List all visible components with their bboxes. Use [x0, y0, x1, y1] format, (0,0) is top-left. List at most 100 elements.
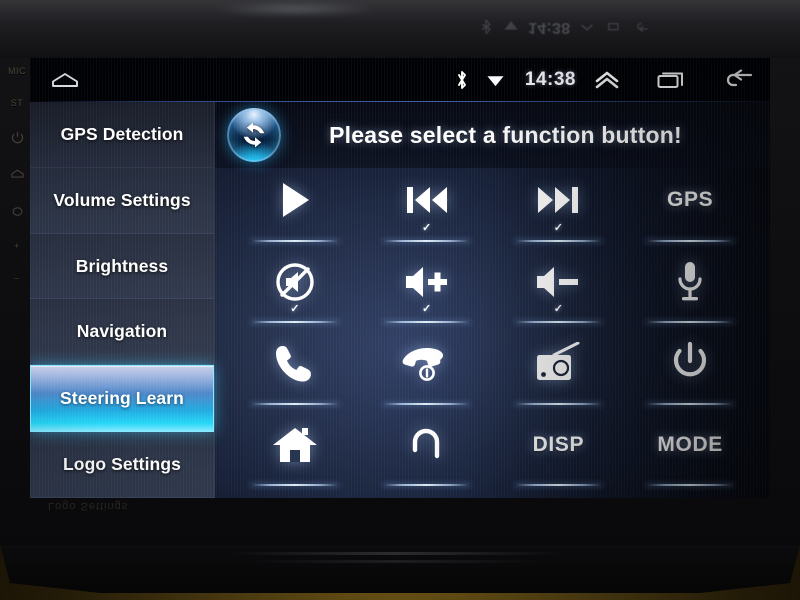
cell-underline — [645, 484, 735, 486]
cell-underline — [250, 321, 340, 323]
photo-of-head-unit: 14:38 MIC ST + – 14:38 GPS Detection Vol… — [0, 0, 800, 600]
lcd-screen: 14:38 GPS Detection Volume Settings Brig… — [30, 58, 770, 498]
sidebar-item-logo-settings[interactable]: Logo Settings — [30, 432, 214, 498]
cell-underline — [513, 402, 604, 405]
power-icon — [669, 340, 711, 386]
function-button-next[interactable]: ✓ — [493, 168, 625, 250]
chevron-up-icon[interactable] — [594, 70, 620, 90]
home-icon[interactable] — [50, 70, 80, 90]
selected-check-icon: ✓ — [553, 221, 563, 234]
wifi-icon-reflection — [504, 21, 518, 30]
back-arrow-icon-reflection — [637, 23, 649, 33]
hw-home-icon[interactable] — [10, 167, 25, 182]
cell-underline — [645, 239, 735, 242]
page-title: Please select a function button! — [329, 121, 682, 148]
sidebar-item-label: GPS Detection — [60, 123, 184, 144]
phone-answer-icon — [274, 340, 316, 386]
microphone-icon — [675, 259, 705, 305]
selected-check-icon: ✓ — [290, 303, 300, 315]
function-button-call-answer[interactable] — [229, 331, 361, 413]
bezel-light-reflection — [215, 2, 375, 16]
cell-underline — [381, 239, 472, 242]
cell-underline — [250, 484, 340, 486]
bluetooth-icon — [457, 71, 466, 89]
function-button-home[interactable] — [229, 413, 361, 495]
function-button-disp[interactable]: DISP — [493, 413, 625, 495]
function-button-volume-up[interactable]: ✓ — [361, 250, 493, 332]
cell-underline — [645, 402, 735, 405]
mute-icon — [273, 259, 317, 305]
hw-volume-down-label[interactable]: – — [14, 273, 20, 283]
wifi-icon — [487, 76, 504, 87]
cell-underline — [513, 484, 604, 486]
recent-apps-icon-reflection — [608, 23, 620, 31]
cell-underline — [381, 402, 472, 405]
bezel-vent-slit-2 — [245, 560, 545, 563]
steering-learn-panel: Please select a function button! ✓ ✓ GPS… — [215, 102, 770, 498]
selected-check-icon: ✓ — [553, 303, 563, 315]
statusbar-divider — [30, 101, 770, 102]
function-button-voice[interactable] — [624, 250, 756, 332]
function-button-return[interactable] — [361, 413, 493, 495]
settings-sidebar: GPS Detection Volume Settings Brightness… — [30, 102, 215, 498]
bezel-top-gloss — [0, 0, 800, 58]
hw-mic-label[interactable]: MIC — [8, 66, 26, 76]
sidebar-item-brightness[interactable]: Brightness — [30, 233, 214, 300]
hardware-button-column: MIC ST + – — [2, 60, 32, 480]
bezel-vent-slit — [230, 552, 560, 555]
bluetooth-icon-reflection — [481, 19, 491, 35]
cell-underline — [513, 239, 604, 242]
hw-volume-up-label[interactable]: + — [14, 241, 20, 251]
sidebar-item-steering-learn[interactable]: Steering Learn — [30, 365, 214, 433]
sync-refresh-icon[interactable] — [227, 108, 281, 162]
gps-label: GPS — [667, 188, 714, 211]
android-status-bar: 14:38 — [30, 58, 770, 102]
sidebar-item-label: Brightness — [75, 255, 169, 276]
return-arrow-icon — [406, 422, 448, 468]
cell-underline — [250, 239, 340, 242]
sidebar-item-gps-detection[interactable]: GPS Detection — [30, 102, 214, 168]
function-button-play[interactable] — [229, 168, 361, 250]
sidebar-item-label: Navigation — [76, 321, 168, 342]
chevron-up-icon-reflection — [581, 24, 594, 31]
radio-icon — [534, 340, 582, 386]
recent-apps-icon[interactable] — [656, 69, 686, 91]
sidebar-item-label: Logo Settings — [63, 454, 181, 475]
sidebar-item-volume-settings[interactable]: Volume Settings — [30, 167, 214, 234]
selected-check-icon: ✓ — [422, 303, 432, 315]
status-time: 14:38 — [524, 69, 576, 90]
previous-icon — [404, 177, 450, 223]
function-button-mode[interactable]: MODE — [624, 413, 756, 495]
mode-label: MODE — [657, 432, 723, 456]
next-icon — [535, 177, 581, 223]
panel-header: Please select a function button! — [215, 102, 770, 168]
sidebar-item-navigation[interactable]: Navigation — [30, 299, 214, 366]
reflected-time: 14:38 — [528, 19, 571, 36]
cell-underline — [381, 484, 472, 486]
home-solid-icon — [272, 422, 318, 468]
function-button-previous[interactable]: ✓ — [361, 168, 493, 250]
sidebar-item-label: Volume Settings — [53, 189, 191, 210]
phone-hangup-icon — [402, 340, 452, 386]
cell-underline — [645, 321, 735, 323]
disp-label: DISP — [532, 432, 585, 456]
function-button-volume-down[interactable]: ✓ — [493, 250, 625, 332]
cell-underline — [513, 321, 604, 323]
hw-power-icon[interactable] — [10, 130, 25, 145]
sidebar-item-label: Steering Learn — [60, 388, 184, 409]
function-button-gps[interactable]: GPS — [624, 168, 756, 250]
selected-check-icon: ✓ — [422, 221, 432, 234]
function-button-radio[interactable] — [493, 331, 625, 413]
function-button-grid: ✓ ✓ GPS ✓ ✓ ✓ DISP MODE — [215, 168, 770, 498]
cell-underline — [250, 402, 340, 405]
back-arrow-icon[interactable] — [722, 69, 754, 91]
function-button-power[interactable] — [624, 331, 756, 413]
play-icon — [275, 177, 315, 223]
function-button-mute[interactable]: ✓ — [229, 250, 361, 332]
hw-st-label[interactable]: ST — [11, 98, 24, 108]
hw-back-icon[interactable] — [10, 204, 25, 219]
volume-up-icon — [403, 259, 451, 305]
function-button-call-end[interactable] — [361, 331, 493, 413]
volume-down-icon — [534, 259, 582, 305]
cell-underline — [381, 321, 472, 323]
